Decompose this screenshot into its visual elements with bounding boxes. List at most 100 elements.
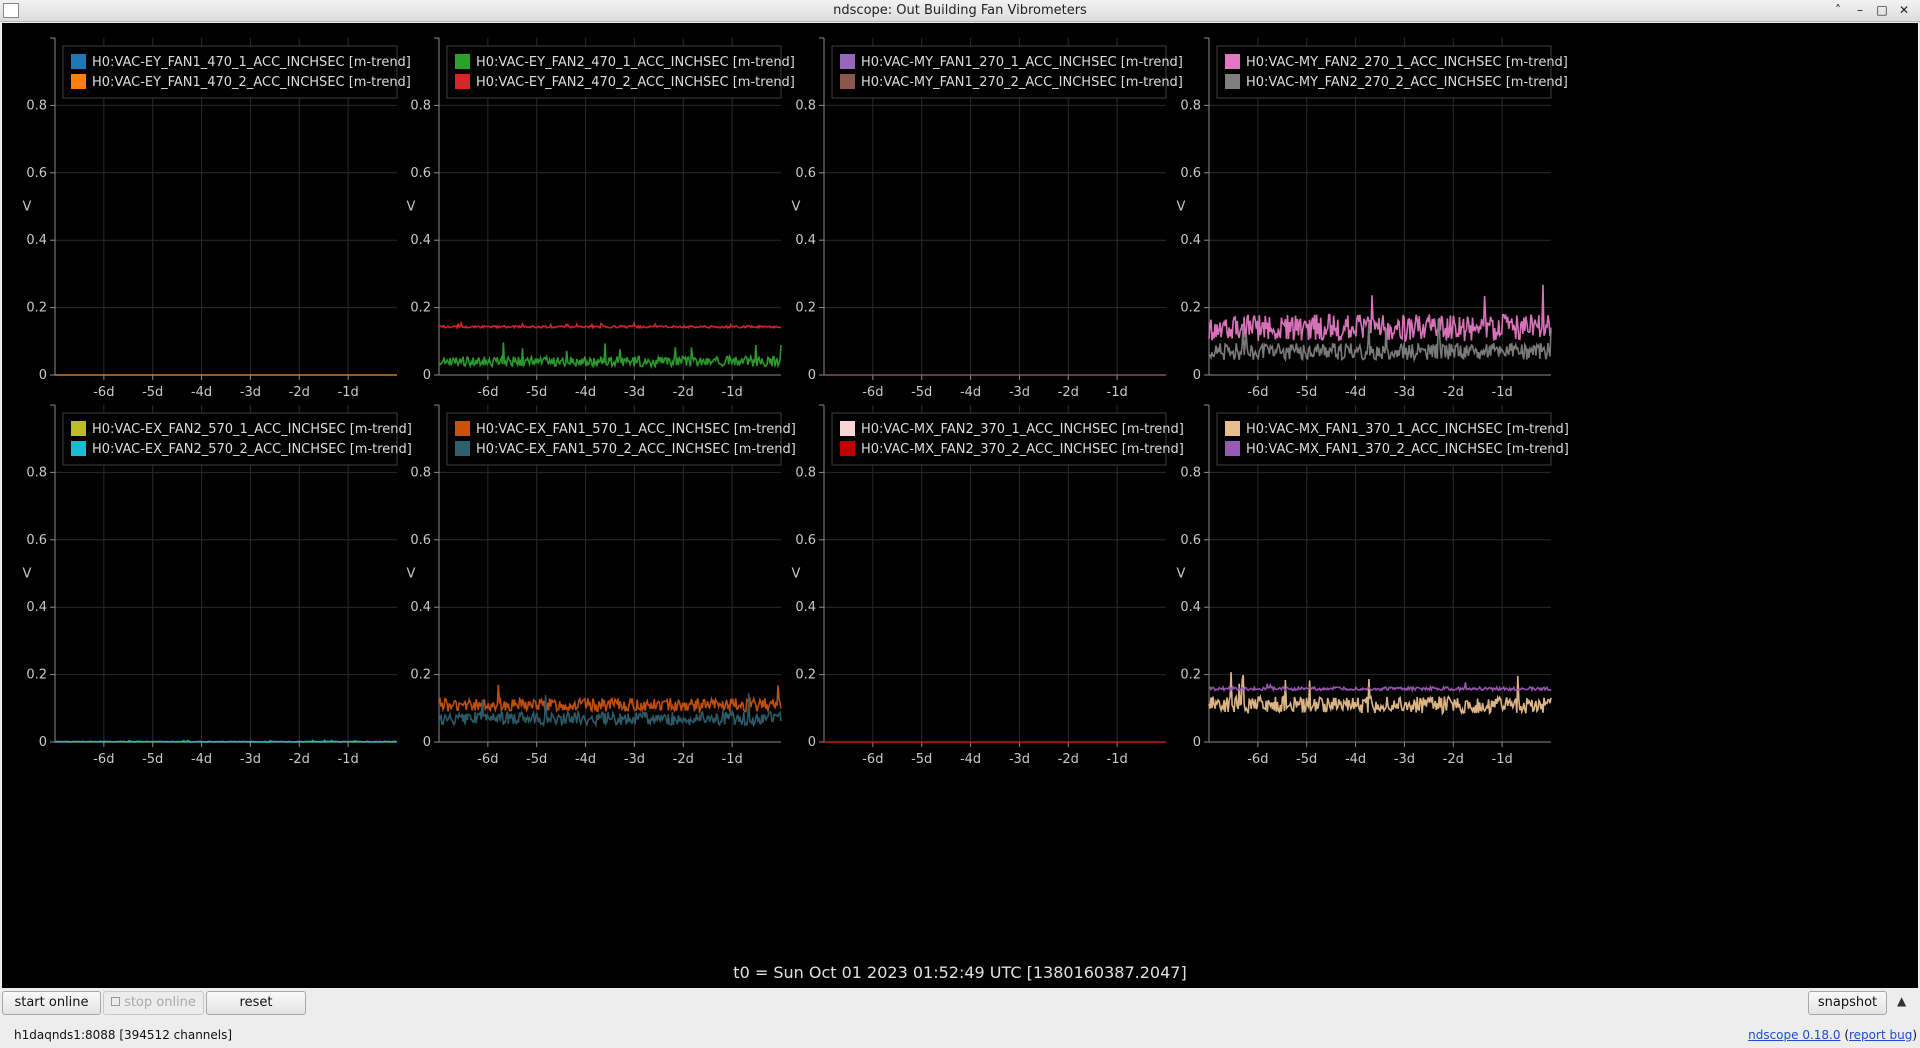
legend-swatch: [455, 74, 470, 89]
legend-label: H0:VAC-EY_FAN1_470_2_ACC_INCHSEC [m-tren…: [92, 75, 411, 90]
y-axis-label: V: [407, 200, 416, 215]
legend-label: H0:VAC-EY_FAN1_470_1_ACC_INCHSEC [m-tren…: [92, 55, 411, 70]
y-tick-label: 0.6: [26, 533, 47, 548]
version-links: ndscope 0.18.0 (report bug): [1748, 1028, 1917, 1042]
legend-label: H0:VAC-MX_FAN2_370_1_ACC_INCHSEC [m-tren…: [861, 422, 1184, 437]
y-tick-label: 0: [808, 735, 816, 750]
x-tick-label: -5d: [526, 385, 547, 400]
legend-label: H0:VAC-EX_FAN2_570_2_ACC_INCHSEC [m-tren…: [92, 442, 412, 457]
y-tick-label: 0.8: [795, 98, 816, 113]
y-tick-label: 0.2: [1180, 301, 1201, 316]
legend-label: H0:VAC-MX_FAN1_370_2_ACC_INCHSEC [m-tren…: [1246, 442, 1569, 457]
legend-box: [62, 412, 398, 466]
legend-swatch: [71, 441, 86, 456]
minimize-icon[interactable]: ˄: [1829, 1, 1847, 19]
x-tick-label: -4d: [1345, 752, 1366, 767]
x-tick-label: -3d: [1394, 752, 1415, 767]
x-tick-label: -6d: [862, 752, 883, 767]
t0-label: t0 = Sun Oct 01 2023 01:52:49 UTC [13801…: [733, 963, 1187, 982]
toolbar: start online stop online reset snapshot …: [0, 988, 1920, 1024]
chart-panel-5: 0 0.2 0.4 0.6 0.8 -6d -5d -4d -3d -2d -1d V H0:VAC-E…: [23, 404, 412, 767]
y-tick-label: 0: [423, 368, 431, 383]
y-tick-label: 0.4: [410, 600, 431, 615]
legend-box: [1216, 412, 1552, 466]
y-tick-label: 0.6: [1180, 166, 1201, 181]
stop-online-button: stop online: [103, 991, 204, 1015]
x-tick-label: -2d: [1058, 385, 1079, 400]
y-tick-label: 0.2: [410, 668, 431, 683]
series-trace-1: [1208, 284, 1552, 344]
close-icon[interactable]: ✕: [1895, 1, 1913, 19]
legend-label: H0:VAC-MY_FAN2_270_1_ACC_INCHSEC [m-tren…: [1246, 55, 1568, 70]
series-trace-1: [1208, 672, 1552, 716]
legend-swatch: [840, 421, 855, 436]
chart-panel-2: 0 0.2 0.4 0.6 0.8 -6d -5d -4d -3d -2d -1d V H0:VAC-E…: [407, 37, 795, 400]
legend-swatch: [840, 54, 855, 69]
legend-swatch: [455, 441, 470, 456]
y-tick-label: 0.6: [1180, 533, 1201, 548]
y-tick-label: 0.4: [26, 233, 47, 248]
y-tick-label: 0: [39, 735, 47, 750]
legend-swatch: [71, 421, 86, 436]
maximize-icon[interactable]: □: [1873, 1, 1891, 19]
y-axis-label: V: [23, 567, 32, 582]
x-tick-label: -2d: [1443, 385, 1464, 400]
x-tick-label: -1d: [1107, 385, 1128, 400]
legend-box: [446, 45, 782, 99]
version-link[interactable]: ndscope 0.18.0: [1748, 1028, 1840, 1042]
y-tick-label: 0.2: [26, 301, 47, 316]
restore-icon[interactable]: –: [1851, 1, 1869, 19]
y-tick-label: 0.8: [410, 98, 431, 113]
expand-panel-icon[interactable]: ▲: [1897, 994, 1906, 1008]
legend-label: H0:VAC-EX_FAN1_570_2_ACC_INCHSEC [m-tren…: [476, 442, 796, 457]
legend-label: H0:VAC-MY_FAN1_270_2_ACC_INCHSEC [m-tren…: [861, 75, 1183, 90]
legend-box: [831, 412, 1167, 466]
legend-box: [446, 412, 782, 466]
report-bug-link[interactable]: report bug: [1849, 1028, 1912, 1042]
x-tick-label: -5d: [1296, 385, 1317, 400]
y-axis-label: V: [1177, 567, 1186, 582]
legend-swatch: [840, 441, 855, 456]
y-tick-label: 0.4: [1180, 600, 1201, 615]
x-tick-label: -5d: [526, 752, 547, 767]
x-tick-label: -6d: [1247, 752, 1268, 767]
x-tick-label: -2d: [1443, 752, 1464, 767]
window-title: ndscope: Out Building Fan Vibrometers: [833, 3, 1087, 18]
x-tick-label: -1d: [338, 385, 359, 400]
stop-checkbox-icon: [111, 997, 121, 1006]
plots-svg[interactable]: 0 0.2 0.4 0.6 0.8 -6d -5d -4d -3d -2d -1d V H0:VAC-E…: [2, 23, 1918, 988]
legend-swatch: [1225, 74, 1240, 89]
y-tick-label: 0.6: [795, 166, 816, 181]
y-tick-label: 0.8: [1180, 98, 1201, 113]
legend-swatch: [840, 74, 855, 89]
x-tick-label: -4d: [960, 752, 981, 767]
start-online-button[interactable]: start online: [2, 991, 101, 1015]
chart-panel-6: 0 0.2 0.4 0.6 0.8 -6d -5d -4d -3d -2d -1d V H0:VAC-E…: [407, 404, 796, 767]
y-tick-label: 0: [423, 735, 431, 750]
snapshot-label: snapshot: [1817, 995, 1878, 1010]
y-tick-label: 0.4: [795, 600, 816, 615]
x-tick-label: -1d: [1107, 752, 1128, 767]
y-tick-label: 0.8: [795, 465, 816, 480]
reset-button[interactable]: reset: [206, 991, 306, 1015]
x-tick-label: -6d: [477, 752, 498, 767]
x-tick-label: -2d: [289, 385, 310, 400]
x-tick-label: -4d: [1345, 385, 1366, 400]
series-trace-1: [438, 342, 782, 370]
y-axis-label: V: [407, 567, 416, 582]
y-axis-label: V: [792, 200, 801, 215]
y-tick-label: 0.2: [795, 668, 816, 683]
legend-label: H0:VAC-EX_FAN2_570_1_ACC_INCHSEC [m-tren…: [92, 422, 412, 437]
plot-area[interactable]: 0 0.2 0.4 0.6 0.8 -6d -5d -4d -3d -2d -1d V H0:VAC-E…: [2, 23, 1918, 988]
legend-swatch: [1225, 441, 1240, 456]
reset-label: reset: [239, 995, 273, 1010]
series-trace-2: [1208, 682, 1552, 693]
status-bar: h1daqnds1:8088 [394512 channels] ndscope…: [0, 1024, 1920, 1048]
x-tick-label: -4d: [191, 385, 212, 400]
snapshot-button[interactable]: snapshot: [1808, 991, 1887, 1015]
x-tick-label: -3d: [1009, 385, 1030, 400]
x-tick-label: -3d: [624, 385, 645, 400]
chart-panel-4: 0 0.2 0.4 0.6 0.8 -6d -5d -4d -3d -2d -1d V H0:VAC-M…: [1177, 37, 1568, 400]
legend-swatch: [71, 74, 86, 89]
chart-panel-3: 0 0.2 0.4 0.6 0.8 -6d -5d -4d -3d -2d -1d V H0:VAC-M…: [792, 37, 1183, 400]
